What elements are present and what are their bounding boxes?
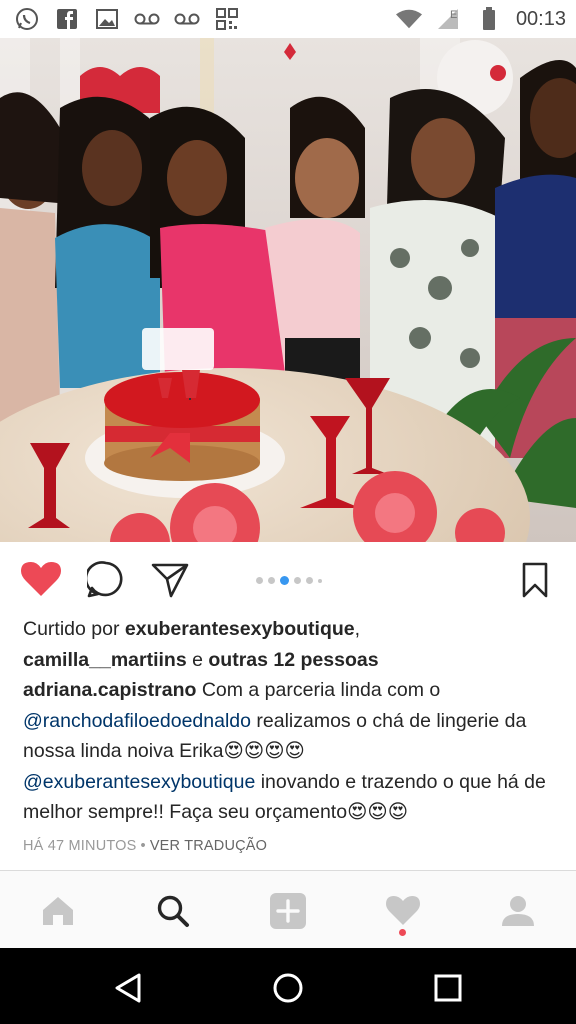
post-meta: HÁ 47 MINUTOS • VER TRADUÇÃO xyxy=(23,831,563,862)
carousel-dot xyxy=(256,577,263,584)
caption-author[interactable]: adriana.capistrano xyxy=(23,679,196,701)
activity-notification-dot xyxy=(399,929,406,936)
whatsapp-icon xyxy=(14,7,40,31)
liker-username-1[interactable]: exuberantesexyboutique xyxy=(125,618,355,640)
activity-icon[interactable] xyxy=(383,891,423,931)
likes-summary[interactable]: Curtido por exuberantesexyboutique, cami… xyxy=(23,614,563,675)
search-icon[interactable] xyxy=(153,891,193,931)
carousel-dot xyxy=(294,577,301,584)
caption-mention-1[interactable]: @ranchodafiloedoednaldo xyxy=(23,710,251,732)
facebook-icon xyxy=(54,7,80,31)
profile-icon[interactable] xyxy=(498,891,538,931)
home-nav-icon[interactable] xyxy=(268,968,308,1008)
battery-icon xyxy=(476,7,502,31)
carousel-dot xyxy=(318,578,322,583)
voicemail-icon xyxy=(174,7,200,31)
post-image xyxy=(0,38,576,542)
caption-text-1: Com a parceria linda com o xyxy=(196,679,441,701)
home-icon[interactable] xyxy=(38,891,78,931)
share-icon[interactable] xyxy=(150,560,190,600)
translate-link[interactable]: VER TRADUÇÃO xyxy=(150,838,267,854)
carousel-indicator xyxy=(256,576,322,585)
bookmark-icon[interactable] xyxy=(515,560,555,600)
status-bar: E 00:13 xyxy=(0,0,576,38)
post-actions xyxy=(0,546,576,610)
likes-others[interactable]: outras 12 pessoas xyxy=(208,649,378,671)
wifi-icon xyxy=(395,7,422,31)
likes-comma: , xyxy=(354,618,361,640)
carousel-dot xyxy=(268,577,275,584)
post-photo[interactable] xyxy=(0,38,576,542)
likes-and: e xyxy=(186,648,209,671)
comment-icon[interactable] xyxy=(86,560,126,600)
carousel-dot-active xyxy=(280,576,289,585)
bottom-tab-bar xyxy=(0,870,576,948)
gallery-icon xyxy=(94,7,120,31)
recents-icon[interactable] xyxy=(428,968,468,1008)
likes-prefix: Curtido por xyxy=(23,618,125,640)
caption-emojis-1: 😍😍😍😍 xyxy=(223,740,305,762)
caption: adriana.capistrano Com a parceria linda … xyxy=(23,675,563,828)
post-content: Curtido por exuberantesexyboutique, cami… xyxy=(23,614,563,861)
like-heart-icon[interactable] xyxy=(21,560,61,600)
liker-username-2[interactable]: camilla__martiins xyxy=(23,649,187,671)
signal-icon: E xyxy=(436,7,462,31)
post-time-ago: HÁ 47 MINUTOS xyxy=(23,837,137,854)
add-icon[interactable] xyxy=(268,891,308,931)
qr-icon xyxy=(214,7,240,31)
meta-separator: • xyxy=(140,837,146,854)
svg-text:E: E xyxy=(450,9,457,21)
android-nav-bar xyxy=(0,948,576,1024)
carousel-dot xyxy=(306,577,313,584)
status-clock: 00:13 xyxy=(515,7,566,30)
voicemail-icon xyxy=(134,7,160,31)
caption-emojis-2: 😍😍😍 xyxy=(347,801,409,823)
back-icon[interactable] xyxy=(108,968,148,1008)
caption-mention-2[interactable]: @exuberantesexyboutique xyxy=(23,771,255,793)
